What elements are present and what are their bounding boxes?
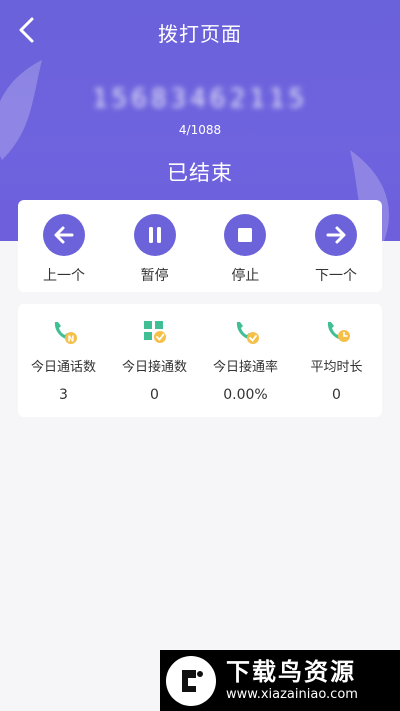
stat-label: 今日接通率 xyxy=(212,360,278,375)
daily-stats: N 今日通话数 3 今日接通数 0 今日接通率 0.00% 平均时长 0 xyxy=(18,304,382,417)
stat-value: 0 xyxy=(150,387,159,403)
stop-label: 停止 xyxy=(231,268,260,284)
stat-average-duration: 平均时长 0 xyxy=(291,318,382,417)
stat-calls-today: N 今日通话数 3 xyxy=(18,318,109,417)
call-controls: 上一个 暂停 停止 下一个 xyxy=(18,200,382,292)
stat-label: 今日接通数 xyxy=(121,360,187,375)
stat-value: 0.00% xyxy=(223,387,268,403)
stat-value: 0 xyxy=(332,387,341,403)
pause-button[interactable]: 暂停 xyxy=(113,214,197,292)
stat-connect-rate: 今日接通率 0.00% xyxy=(200,318,291,417)
svg-text:N: N xyxy=(67,335,74,344)
call-status: 已结束 xyxy=(167,161,233,185)
watermark-title: 下载鸟资源 xyxy=(226,657,356,686)
pause-icon xyxy=(133,214,176,256)
phone-clock-icon xyxy=(327,322,350,342)
phone-number: 15683462115 xyxy=(91,84,309,114)
page-title: 拨打页面 xyxy=(158,21,242,46)
leaf-decoration-icon xyxy=(0,60,42,160)
stop-button[interactable]: 停止 xyxy=(203,214,287,292)
previous-button[interactable]: 上一个 xyxy=(22,214,106,292)
watermark-banner: 下载鸟资源 www.xiazainiao.com xyxy=(160,650,400,711)
arrow-right-icon xyxy=(314,214,357,256)
arrow-left-icon xyxy=(43,214,85,256)
next-label: 下一个 xyxy=(314,268,357,284)
grid-check-icon xyxy=(143,321,166,343)
stat-connected-today: 今日接通数 0 xyxy=(109,318,200,417)
next-button[interactable]: 下一个 xyxy=(294,214,378,292)
stop-icon xyxy=(224,214,267,256)
bird-logo-icon xyxy=(166,655,216,706)
top-bar: 拨打页面 xyxy=(0,0,400,64)
stat-label: 平均时长 xyxy=(310,360,363,375)
stat-label: 今日通话数 xyxy=(30,360,96,375)
chevron-left-icon xyxy=(19,17,34,43)
phone-check-icon xyxy=(236,322,259,344)
pause-label: 暂停 xyxy=(140,268,169,284)
watermark-url: www.xiazainiao.com xyxy=(226,686,358,702)
stat-value: 3 xyxy=(59,387,68,403)
call-progress: 4/1088 xyxy=(178,123,222,137)
phone-n-icon: N xyxy=(54,322,77,344)
previous-label: 上一个 xyxy=(43,268,85,284)
back-button[interactable] xyxy=(10,14,42,46)
